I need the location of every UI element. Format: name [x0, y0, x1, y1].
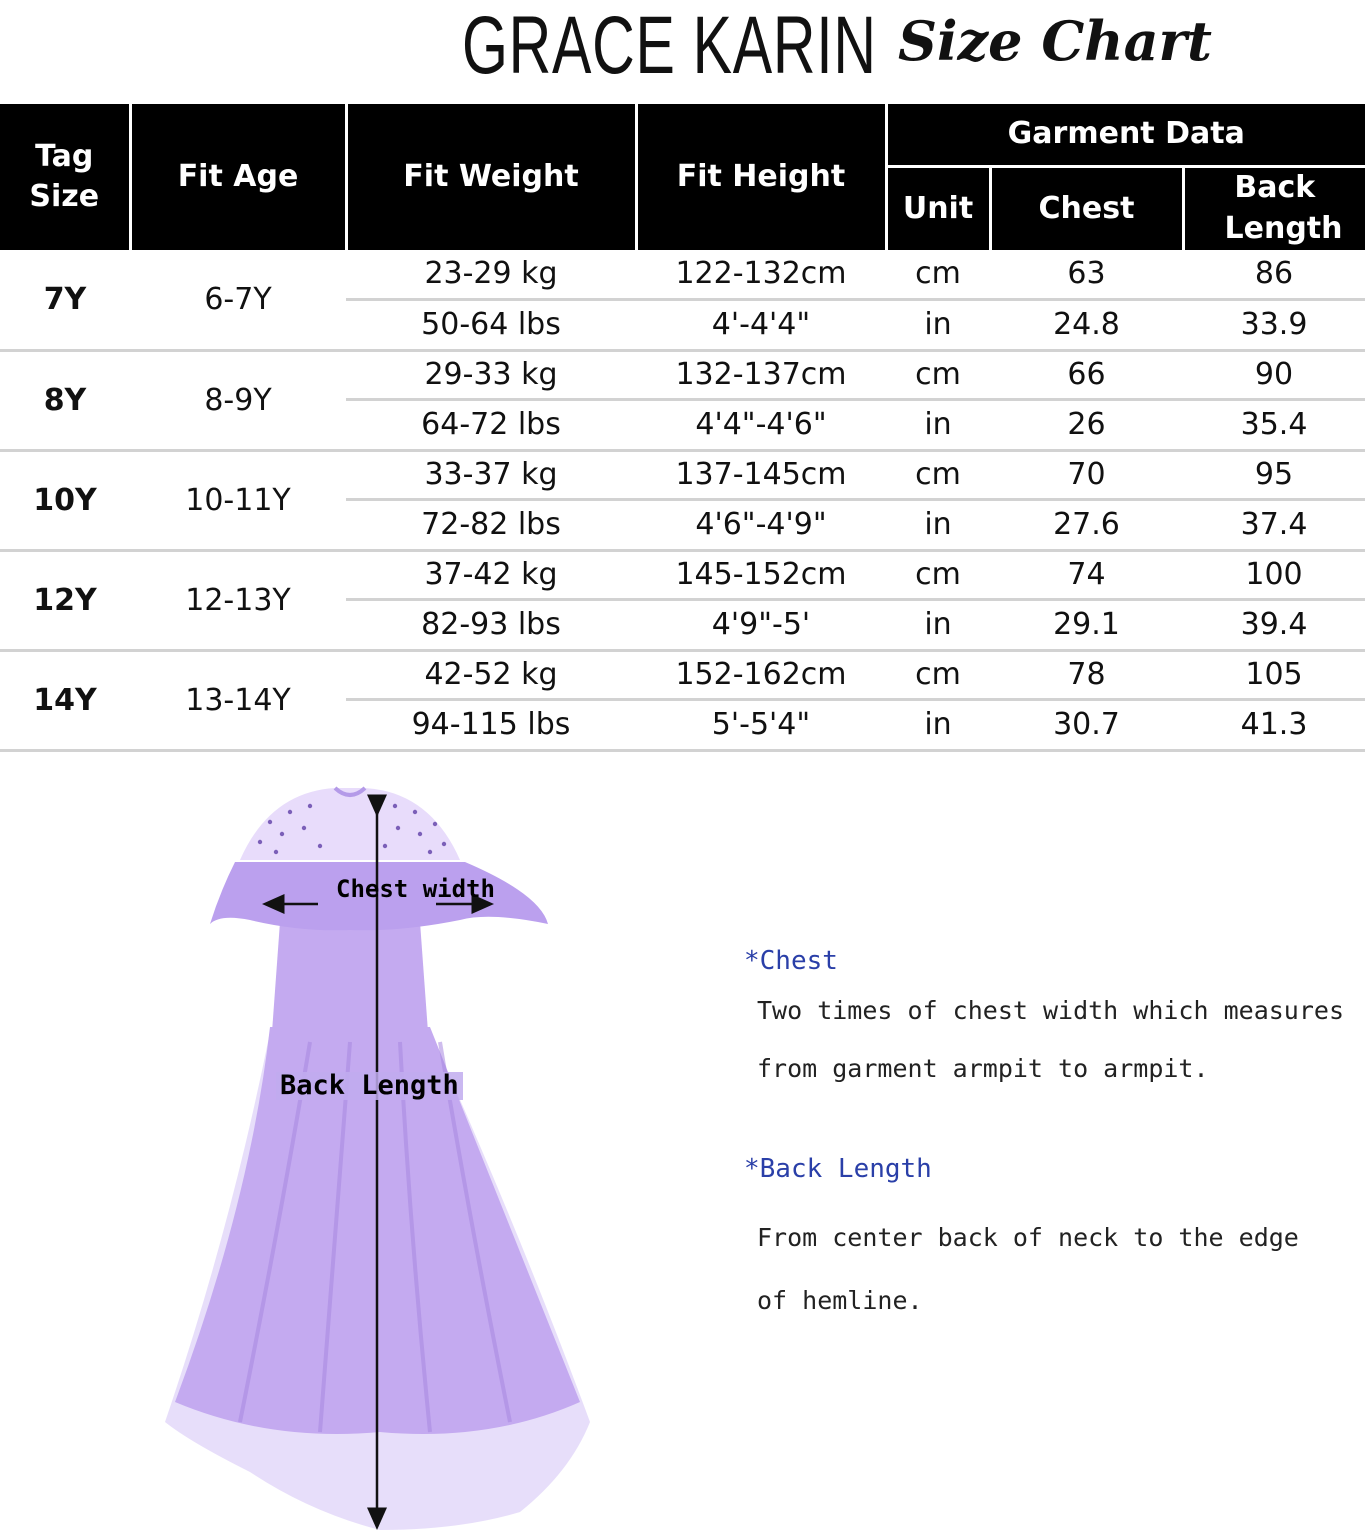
- unit-in-cell: in: [886, 399, 990, 452]
- chest-in-cell: 26: [990, 399, 1183, 452]
- back-length-cm-cell: 86: [1183, 250, 1365, 301]
- header-tag-size: Tag Size: [0, 104, 132, 250]
- chest-in-cell: 29.1: [990, 599, 1183, 652]
- chest-cm-cell: 66: [990, 350, 1183, 401]
- fit-height-in-cell: 4'6"-4'9": [636, 499, 886, 552]
- fit-height-in-cell: 4'4"-4'6": [636, 399, 886, 452]
- fit-weight-kg-cell: 37-42 kg: [346, 550, 636, 601]
- header-garment-data: Garment Data: [886, 104, 1365, 168]
- fit-weight-kg-cell: 23-29 kg: [346, 250, 636, 301]
- chest-in-cell: 24.8: [990, 299, 1183, 352]
- header-unit: Unit: [886, 166, 992, 250]
- back-length-cm-cell: 105: [1183, 650, 1365, 701]
- fit-weight-kg-cell: 42-52 kg: [346, 650, 636, 701]
- fit-weight-lbs-cell: 64-72 lbs: [346, 399, 636, 452]
- back-length-in-cell: 33.9: [1183, 299, 1365, 352]
- table-row: 8Y 8-9Y 29-33 kg 132-137cm cm 66 90: [0, 350, 1365, 452]
- dress-bodice: [272, 922, 428, 1032]
- back-length-in-cell: 39.4: [1183, 599, 1365, 652]
- unit-cm-cell: cm: [886, 350, 990, 401]
- chest-cm-cell: 74: [990, 550, 1183, 601]
- back-note-line2: of hemline.: [757, 1286, 923, 1315]
- unit-cm-cell: cm: [886, 450, 990, 501]
- dress-diagram: Chest width Back Length: [160, 782, 600, 1534]
- back-length-in-cell: 35.4: [1183, 399, 1365, 452]
- fit-height-cm-cell: 145-152cm: [636, 550, 886, 601]
- back-note-title: *Back Length: [744, 1154, 932, 1184]
- chest-note-line1: Two times of chest width which measures: [757, 996, 1344, 1025]
- back-length-cm-cell: 100: [1183, 550, 1365, 601]
- chest-note-title: *Chest: [744, 946, 838, 976]
- table-row: 10Y 10-11Y 33-37 kg 137-145cm cm 70 95: [0, 450, 1365, 552]
- table-row: 12Y 12-13Y 37-42 kg 145-152cm cm 74 100: [0, 550, 1365, 652]
- fit-height-in-cell: 5'-5'4": [636, 699, 886, 752]
- tag-size-cell: 10Y: [0, 450, 130, 552]
- back-length-label: Back Length: [276, 1072, 463, 1100]
- fit-weight-lbs-cell: 72-82 lbs: [346, 499, 636, 552]
- header-back-length: Back Length: [1183, 166, 1365, 250]
- fit-age-cell: 12-13Y: [130, 550, 346, 652]
- unit-cm-cell: cm: [886, 550, 990, 601]
- unit-cm-cell: cm: [886, 250, 990, 301]
- fit-height-cm-cell: 152-162cm: [636, 650, 886, 701]
- fit-weight-kg-cell: 29-33 kg: [346, 350, 636, 401]
- unit-in-cell: in: [886, 499, 990, 552]
- unit-in-cell: in: [886, 599, 990, 652]
- size-table: Tag Size Fit Age Fit Weight Fit Height G…: [0, 104, 1365, 752]
- header-chest: Chest: [990, 166, 1185, 250]
- fit-height-cm-cell: 132-137cm: [636, 350, 886, 401]
- page-title: Size Chart: [898, 9, 1212, 73]
- chest-in-cell: 30.7: [990, 699, 1183, 752]
- fit-height-cm-cell: 122-132cm: [636, 250, 886, 301]
- tag-size-cell: 8Y: [0, 350, 130, 452]
- fit-weight-lbs-cell: 82-93 lbs: [346, 599, 636, 652]
- fit-age-cell: 10-11Y: [130, 450, 346, 552]
- unit-cm-cell: cm: [886, 650, 990, 701]
- brand-logo: GRACE KARIN: [462, 0, 877, 91]
- fit-height-in-cell: 4'-4'4": [636, 299, 886, 352]
- back-note-line1: From center back of neck to the edge: [757, 1223, 1299, 1252]
- chest-cm-cell: 70: [990, 450, 1183, 501]
- table-row: 14Y 13-14Y 42-52 kg 152-162cm cm 78 105: [0, 650, 1365, 752]
- tag-size-cell: 12Y: [0, 550, 130, 652]
- chest-cm-cell: 63: [990, 250, 1183, 301]
- tag-size-cell: 7Y: [0, 250, 130, 352]
- header-fit-age: Fit Age: [130, 104, 348, 250]
- fit-age-cell: 6-7Y: [130, 250, 346, 352]
- fit-height-cm-cell: 137-145cm: [636, 450, 886, 501]
- back-length-in-cell: 41.3: [1183, 699, 1365, 752]
- chest-note-line2: from garment armpit to armpit.: [757, 1054, 1209, 1083]
- chest-width-label: Chest width: [336, 875, 495, 903]
- dress-yoke: [240, 788, 460, 860]
- fit-weight-lbs-cell: 50-64 lbs: [346, 299, 636, 352]
- unit-in-cell: in: [886, 299, 990, 352]
- tag-size-cell: 14Y: [0, 650, 130, 752]
- chest-in-cell: 27.6: [990, 499, 1183, 552]
- table-row: 7Y 6-7Y 23-29 kg 122-132cm cm 63 86: [0, 250, 1365, 352]
- fit-height-in-cell: 4'9"-5': [636, 599, 886, 652]
- fit-weight-lbs-cell: 94-115 lbs: [346, 699, 636, 752]
- back-length-cm-cell: 95: [1183, 450, 1365, 501]
- header-fit-height: Fit Height: [636, 104, 888, 250]
- fit-age-cell: 13-14Y: [130, 650, 346, 752]
- back-length-cm-cell: 90: [1183, 350, 1365, 401]
- back-length-in-cell: 37.4: [1183, 499, 1365, 552]
- header-fit-weight: Fit Weight: [346, 104, 638, 250]
- unit-in-cell: in: [886, 699, 990, 752]
- fit-age-cell: 8-9Y: [130, 350, 346, 452]
- fit-weight-kg-cell: 33-37 kg: [346, 450, 636, 501]
- chest-cm-cell: 78: [990, 650, 1183, 701]
